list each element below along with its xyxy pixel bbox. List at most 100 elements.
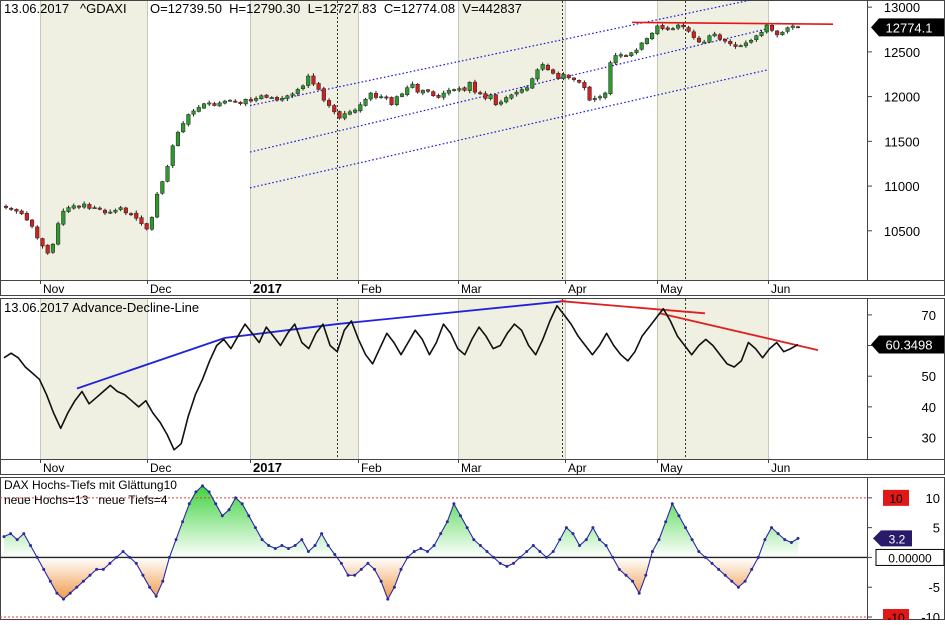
- candle-body: [149, 217, 154, 230]
- candle-body: [556, 73, 561, 79]
- candle-body: [191, 110, 196, 115]
- candle-body: [655, 25, 660, 35]
- y-tick-label: 10: [926, 491, 940, 506]
- candle-body: [488, 94, 493, 99]
- candle-body: [254, 98, 259, 101]
- hl-point: [320, 532, 324, 536]
- y-tick-label: -10: [921, 610, 940, 620]
- ad-last-value-label: 60.3498: [886, 337, 933, 352]
- hl-point: [512, 561, 515, 565]
- chart-canvas: 13000 12500 12000 11500 11000 10500 12774.1 No…: [0, 0, 945, 625]
- hl-point: [392, 585, 396, 589]
- candle-body: [332, 105, 337, 113]
- hl-point: [373, 567, 376, 571]
- price-header-symbol: ^GDAXI: [80, 1, 127, 16]
- hl-point: [505, 564, 509, 568]
- candle-body: [723, 39, 728, 42]
- candle-body: [363, 99, 368, 106]
- hl-point: [333, 553, 337, 556]
- y-tick-label: 13000: [884, 0, 920, 15]
- last-price-label: 12774.1: [886, 20, 933, 35]
- candle-body: [71, 205, 76, 209]
- hl-point: [300, 538, 304, 542]
- candle-body: [540, 64, 545, 70]
- candle-body: [681, 24, 686, 28]
- hl-point: [763, 538, 767, 542]
- hl-point: [551, 550, 555, 553]
- hl-point: [22, 532, 26, 536]
- candle-body: [452, 89, 457, 91]
- hl-point: [29, 544, 32, 547]
- candle-body: [754, 35, 759, 40]
- candle-body: [170, 145, 175, 166]
- hl-point: [220, 514, 224, 518]
- y-tick-label: 12000: [884, 90, 920, 105]
- hl-point: [743, 579, 747, 583]
- price-header-ohlcv: O=12739.50 H=12790.30 L=12727.83 C=12774…: [150, 1, 522, 16]
- candle-body: [353, 109, 358, 113]
- hl-point: [95, 567, 99, 571]
- hl-point: [326, 544, 330, 547]
- candle-body: [462, 87, 467, 91]
- hl-point: [101, 567, 105, 571]
- candle-body: [311, 75, 316, 85]
- candle-body: [702, 41, 707, 44]
- hl-point: [723, 573, 727, 577]
- hl-point: [664, 520, 668, 524]
- candle-body: [134, 212, 139, 219]
- hl-point: [432, 544, 436, 547]
- candle-body: [82, 203, 87, 208]
- hl-point: [174, 538, 178, 542]
- hl-point: [650, 550, 654, 553]
- candle-body: [61, 210, 66, 225]
- candle-body: [129, 213, 134, 216]
- hl-point: [68, 591, 72, 595]
- candle-body: [728, 41, 733, 45]
- candle-body: [264, 94, 269, 98]
- candle-body: [634, 49, 639, 54]
- month-band: [250, 1, 358, 280]
- candle-body: [587, 86, 592, 101]
- candle-body: [624, 55, 629, 57]
- hl-point: [214, 502, 218, 506]
- month-band: [40, 1, 147, 280]
- ad-title: 13.06.2017 Advance-Decline-Line: [4, 300, 199, 315]
- candle-body: [420, 90, 425, 94]
- hl-point: [776, 532, 780, 536]
- candle-body: [665, 27, 670, 30]
- candle-body: [217, 102, 222, 107]
- candle-body: [707, 35, 712, 43]
- y-tick-label: -5: [928, 580, 940, 595]
- candle-body: [493, 94, 498, 105]
- candle-body: [165, 166, 170, 182]
- x-tick-label: Jun: [771, 282, 790, 296]
- candle-body: [379, 96, 384, 99]
- hl-subtitle: neue Hochs=13 neue Tiefs=4: [4, 493, 168, 507]
- hl-point: [88, 573, 92, 577]
- hl-lower-limit-label: -10: [887, 611, 905, 620]
- candle-body: [483, 93, 488, 99]
- hl-point: [339, 561, 343, 565]
- hl-point: [465, 526, 469, 530]
- x-tick-label: 2017: [253, 281, 282, 296]
- candle-body: [30, 219, 35, 227]
- hl-point: [624, 573, 628, 577]
- hl-point: [15, 538, 19, 542]
- hl-point: [584, 538, 588, 542]
- month-band: [657, 299, 768, 459]
- hl-point: [280, 544, 284, 547]
- x-tick-label: Apr: [568, 282, 587, 296]
- hl-point: [167, 555, 171, 559]
- hl-point: [538, 550, 542, 553]
- x-tick-label: Apr: [568, 461, 587, 475]
- candle-body: [337, 111, 342, 119]
- hl-point: [81, 579, 85, 583]
- candle-body: [368, 92, 373, 100]
- y-tick-label: 30: [922, 431, 936, 446]
- candle-body: [394, 96, 399, 105]
- hl-point: [194, 490, 198, 494]
- hl-point: [578, 544, 582, 547]
- candle-body: [45, 244, 50, 254]
- hl-point: [260, 538, 264, 542]
- candle-body: [97, 207, 102, 210]
